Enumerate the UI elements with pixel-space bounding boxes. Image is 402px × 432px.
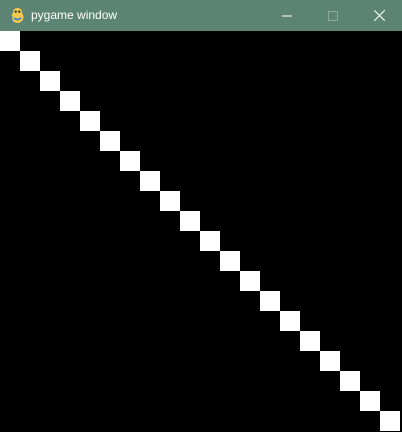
white-square bbox=[380, 411, 400, 431]
minimize-icon bbox=[282, 15, 292, 16]
white-square bbox=[320, 351, 340, 371]
pygame-snake-icon bbox=[9, 7, 26, 24]
white-square bbox=[200, 231, 220, 251]
title-bar[interactable]: pygame window bbox=[0, 0, 402, 31]
white-square bbox=[100, 131, 120, 151]
white-square bbox=[360, 391, 380, 411]
white-square bbox=[300, 331, 320, 351]
maximize-button[interactable] bbox=[310, 0, 356, 31]
white-square bbox=[260, 291, 280, 311]
game-canvas[interactable] bbox=[0, 31, 402, 432]
white-square bbox=[40, 71, 60, 91]
pygame-window: pygame window bbox=[0, 0, 402, 432]
white-square bbox=[280, 311, 300, 331]
white-square bbox=[220, 251, 240, 271]
close-icon bbox=[373, 10, 385, 21]
white-square bbox=[340, 371, 360, 391]
white-square bbox=[80, 111, 100, 131]
window-title: pygame window bbox=[31, 8, 118, 22]
white-square bbox=[0, 31, 20, 51]
maximize-icon bbox=[328, 10, 338, 21]
white-square bbox=[120, 151, 140, 171]
white-square bbox=[240, 271, 260, 291]
white-square bbox=[20, 51, 40, 71]
white-square bbox=[140, 171, 160, 191]
white-square bbox=[180, 211, 200, 231]
white-square bbox=[60, 91, 80, 111]
close-button[interactable] bbox=[356, 0, 402, 31]
minimize-button[interactable] bbox=[264, 0, 310, 31]
white-square bbox=[160, 191, 180, 211]
